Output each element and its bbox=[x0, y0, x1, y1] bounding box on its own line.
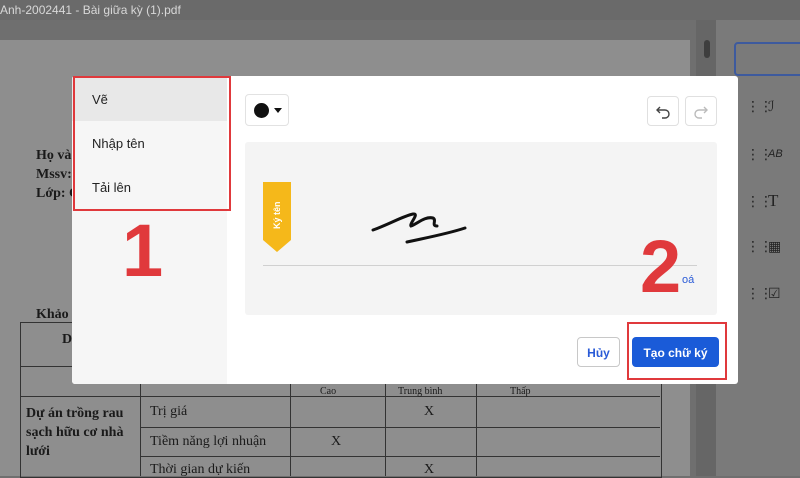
cancel-button[interactable]: Hủy bbox=[577, 337, 620, 367]
table-header-medium: Trung bình bbox=[398, 386, 443, 397]
pen-color-picker[interactable] bbox=[245, 94, 289, 126]
table-header-low: Thấp bbox=[510, 386, 531, 397]
table-criterion: Tiềm năng lợi nhuận bbox=[150, 434, 267, 449]
tab-draw[interactable]: Vẽ bbox=[72, 78, 227, 121]
doc-info-line-2: Mssv: bbox=[36, 167, 72, 182]
initials-icon: AB bbox=[768, 148, 783, 160]
table-line bbox=[20, 396, 140, 397]
table-line bbox=[290, 384, 291, 476]
create-signature-button[interactable]: Tạo chữ ký bbox=[632, 337, 719, 367]
table-row-group: Dự án trồng rau sạch hữu cơ nhà lưới bbox=[26, 406, 124, 459]
tool-initials[interactable]: ⋮⋮ AB bbox=[740, 146, 800, 172]
pen-color-swatch bbox=[254, 103, 269, 118]
window-title: Anh-2002441 - Bài giữa kỳ (1).pdf bbox=[0, 3, 181, 17]
calendar-icon: ▦ bbox=[768, 238, 782, 254]
table-header-first: D bbox=[62, 332, 73, 347]
undo-icon bbox=[656, 106, 670, 119]
tool-text[interactable]: ⋮⋮ T bbox=[740, 191, 800, 219]
tools-search-input[interactable] bbox=[734, 42, 800, 76]
checkbox-icon: ☑ bbox=[768, 285, 781, 301]
step2-number: 2 bbox=[640, 225, 682, 308]
table-mark: X bbox=[424, 404, 435, 419]
redo-icon bbox=[694, 106, 708, 119]
table-line bbox=[385, 384, 386, 476]
tool-signature[interactable]: ⋮⋮ ℐ bbox=[740, 98, 800, 124]
scrollbar-thumb[interactable] bbox=[704, 40, 710, 58]
tool-checkbox[interactable]: ⋮⋮ ☑ bbox=[740, 285, 800, 311]
tool-date[interactable]: ⋮⋮ ▦ bbox=[740, 238, 800, 264]
window-title-bar: Anh-2002441 - Bài giữa kỳ (1).pdf bbox=[0, 0, 800, 20]
table-line bbox=[140, 384, 141, 476]
doc-info-line-1: Họ và bbox=[36, 148, 72, 163]
table-line bbox=[476, 384, 477, 476]
signature-baseline bbox=[263, 265, 697, 266]
table-line bbox=[140, 427, 660, 428]
table-criterion: Trị giá bbox=[150, 404, 188, 419]
drawn-signature bbox=[371, 212, 467, 244]
chevron-down-icon bbox=[274, 108, 282, 113]
undo-button[interactable] bbox=[647, 96, 679, 126]
clear-signature-link[interactable]: oá bbox=[682, 274, 694, 286]
text-icon: T bbox=[768, 191, 779, 210]
step1-number: 1 bbox=[122, 209, 164, 292]
table-header-high: Cao bbox=[320, 386, 337, 397]
tab-upload[interactable]: Tải lên bbox=[72, 166, 227, 209]
tab-type-name[interactable]: Nhập tên bbox=[72, 122, 227, 165]
table-mark: X bbox=[331, 434, 342, 449]
redo-button[interactable] bbox=[685, 96, 717, 126]
sign-here-label: Ký tên bbox=[272, 201, 282, 229]
table-line bbox=[140, 456, 660, 457]
create-signature-dialog: Vẽ Nhập tên Tải lên Ký tên oá Hủy Tạo ch… bbox=[72, 76, 738, 384]
signature-icon: ℐ bbox=[768, 98, 775, 114]
